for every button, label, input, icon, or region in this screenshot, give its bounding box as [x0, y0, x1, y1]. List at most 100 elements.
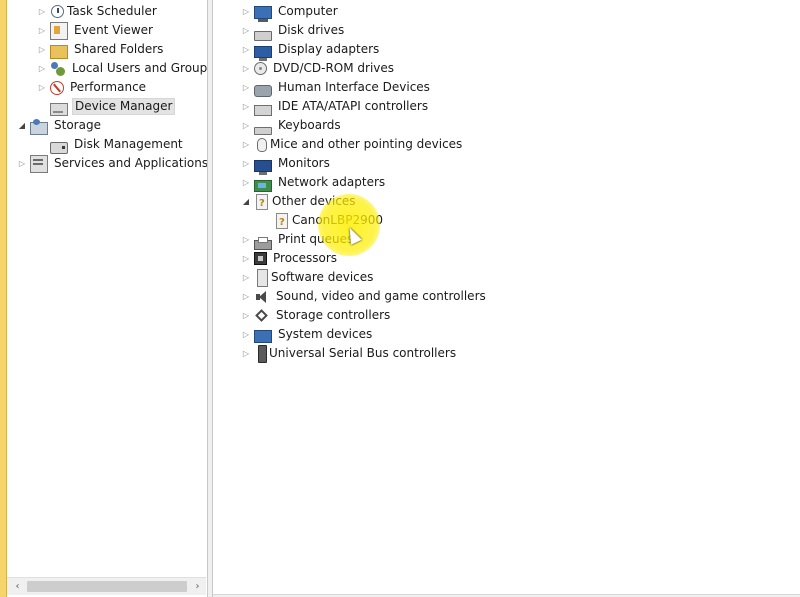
- scroll-right-button[interactable]: ›: [189, 578, 206, 595]
- device-tree-item-label: Software devices: [271, 270, 374, 284]
- services-icon: [30, 154, 48, 173]
- device-tree-item-label: Keyboards: [278, 118, 341, 132]
- console-tree-item-label: Services and Applications: [54, 156, 207, 170]
- expand-arrow-icon[interactable]: ▷: [241, 249, 251, 268]
- unknown-device-icon: [276, 212, 288, 232]
- device-tree-item-label: Display adapters: [278, 42, 380, 56]
- device-tree-item-label: Storage controllers: [276, 308, 391, 322]
- device-tree-item-label: Monitors: [278, 156, 330, 170]
- console-tree-item-services-and-applications[interactable]: ▷ Services and Applications: [17, 154, 207, 173]
- device-tree-item-software-devices[interactable]: ▷ Software devices: [241, 268, 375, 287]
- console-tree-item-label: Performance: [70, 80, 147, 94]
- hid-icon: [254, 84, 272, 97]
- expand-arrow-icon[interactable]: ▷: [241, 21, 251, 40]
- expand-arrow-icon[interactable]: ▷: [241, 173, 251, 192]
- expand-arrow-icon[interactable]: ▷: [241, 78, 251, 97]
- device-tree-item-label: System devices: [278, 327, 373, 341]
- expand-arrow-icon[interactable]: ▷: [241, 287, 251, 306]
- disk-drive-icon: [254, 30, 272, 41]
- event-viewer-icon: [50, 21, 68, 40]
- horizontal-scrollbar[interactable]: ‹ ›: [7, 577, 206, 595]
- device-tree-item-processors[interactable]: ▷ Processors: [241, 249, 339, 268]
- device-tree-item-sound-video-and-game-controllers[interactable]: ▷ Sound, video and game controllers: [241, 287, 488, 306]
- expand-arrow-icon[interactable]: ▷: [37, 59, 47, 78]
- expand-arrow-icon[interactable]: ▷: [37, 2, 47, 21]
- device-tree-item-universal-serial-bus-controllers[interactable]: ▷ Universal Serial Bus controllers: [241, 344, 458, 363]
- performance-icon: [50, 80, 64, 95]
- device-tree-item-human-interface-devices[interactable]: ▷ Human Interface Devices: [241, 78, 432, 97]
- device-tree-item-display-adapters[interactable]: ▷ Display adapters: [241, 40, 381, 61]
- device-tree-item-label: Human Interface Devices: [278, 80, 430, 94]
- console-tree-pane: ▷ Task Scheduler ▷ Event Viewer ▷ Shared Fold…: [7, 0, 207, 597]
- collapse-arrow-icon[interactable]: ◢: [17, 116, 27, 135]
- console-tree-item-disk-management[interactable]: Disk Management: [37, 135, 185, 154]
- usb-icon: [258, 344, 267, 363]
- device-tree-item-label: Network adapters: [278, 175, 386, 189]
- device-tree-item-system-devices[interactable]: ▷ System devices: [241, 325, 374, 344]
- other-devices-icon: [256, 193, 268, 213]
- device-tree-item-network-adapters[interactable]: ▷ Network adapters: [241, 173, 387, 192]
- device-tree-item-label: DVD/CD-ROM drives: [273, 61, 395, 75]
- console-tree-item-shared-folders[interactable]: ▷ Shared Folders: [37, 40, 165, 59]
- device-tree-item-label: Processors: [273, 251, 338, 265]
- device-tree-item-dvd-cd-rom-drives[interactable]: ▷ DVD/CD-ROM drives: [241, 59, 396, 78]
- system-devices-icon: [254, 330, 272, 343]
- device-tree-item-computer[interactable]: ▷ Computer: [241, 2, 340, 22]
- console-tree-item-label: Shared Folders: [74, 42, 164, 56]
- expand-arrow-icon[interactable]: ▷: [241, 2, 251, 21]
- expand-arrow-icon[interactable]: ▷: [241, 344, 251, 363]
- console-tree-item-event-viewer[interactable]: ▷ Event Viewer: [37, 21, 155, 40]
- expand-arrow-icon[interactable]: ▷: [37, 21, 47, 40]
- expand-arrow-icon[interactable]: ▷: [241, 325, 251, 344]
- device-tree-item-label: Disk drives: [278, 23, 345, 37]
- device-tree-item-label: Computer: [278, 4, 338, 18]
- expand-arrow-icon[interactable]: ▷: [37, 40, 47, 59]
- mouse-icon: [257, 137, 267, 152]
- device-tree-item-label: Universal Serial Bus controllers: [269, 346, 457, 360]
- device-tree-item-label: IDE ATA/ATAPI controllers: [278, 99, 429, 113]
- console-tree-item-label: Local Users and Groups: [72, 61, 207, 75]
- console-tree-item-storage[interactable]: ◢ Storage: [17, 116, 103, 135]
- device-tree-item-label: Sound, video and game controllers: [276, 289, 486, 303]
- expand-arrow-icon[interactable]: ▷: [241, 59, 251, 78]
- network-adapter-icon: [254, 179, 272, 192]
- collapse-arrow-icon[interactable]: ◢: [241, 192, 251, 211]
- expand-arrow-icon[interactable]: ▷: [241, 97, 251, 116]
- expand-arrow-icon[interactable]: ▷: [241, 268, 251, 287]
- device-tree-item-label: Mice and other pointing devices: [270, 137, 463, 151]
- dvd-icon: [254, 62, 267, 75]
- window-left-edge: [0, 0, 7, 597]
- expand-arrow-icon[interactable]: ▷: [241, 40, 251, 59]
- device-tree-item-keyboards[interactable]: ▷ Keyboards: [241, 116, 343, 135]
- device-tree-item-disk-drives[interactable]: ▷ Disk drives: [241, 21, 346, 41]
- disk-management-icon: [50, 141, 68, 154]
- expand-arrow-icon[interactable]: ▷: [37, 78, 47, 97]
- expand-arrow-icon[interactable]: ▷: [17, 154, 27, 173]
- console-tree-item-label: Task Scheduler: [67, 4, 157, 18]
- expand-arrow-icon[interactable]: ▷: [241, 116, 251, 135]
- expand-arrow-icon[interactable]: ▷: [241, 306, 251, 325]
- expand-arrow-icon[interactable]: ▷: [241, 230, 251, 249]
- device-tree-item-mice-and-other-pointing-devices[interactable]: ▷ Mice and other pointing devices: [241, 135, 464, 154]
- console-tree-item-local-users-and-groups[interactable]: ▷ Local Users and Groups: [37, 59, 207, 78]
- console-tree-item-device-manager[interactable]: Device Manager: [37, 97, 176, 116]
- expand-arrow-icon[interactable]: ▷: [241, 135, 251, 154]
- expand-arrow-icon[interactable]: ▷: [241, 154, 251, 173]
- console-tree-item-task-scheduler[interactable]: ▷ Task Scheduler: [37, 2, 159, 21]
- console-tree-item-label: Storage: [54, 118, 101, 132]
- device-tree-item-ide-ata-atapi-controllers[interactable]: ▷ IDE ATA/ATAPI controllers: [241, 97, 430, 116]
- storage-icon: [30, 119, 48, 135]
- device-tree-item-storage-controllers[interactable]: ▷ Storage controllers: [241, 306, 392, 325]
- console-tree-item-label: Device Manager: [72, 98, 176, 115]
- device-tree-item-monitors[interactable]: ▷ Monitors: [241, 154, 332, 175]
- scroll-left-button[interactable]: ‹: [9, 578, 26, 595]
- keyboard-icon: [254, 126, 272, 135]
- scroll-thumb[interactable]: [27, 581, 187, 592]
- printer-icon: [254, 236, 272, 250]
- device-tree-pane: ▷ Computer ▷ Disk drives ▷ Display adapters ▷ D…: [213, 0, 800, 597]
- console-tree-item-performance[interactable]: ▷ Performance: [37, 78, 148, 97]
- shared-folders-icon: [50, 44, 68, 59]
